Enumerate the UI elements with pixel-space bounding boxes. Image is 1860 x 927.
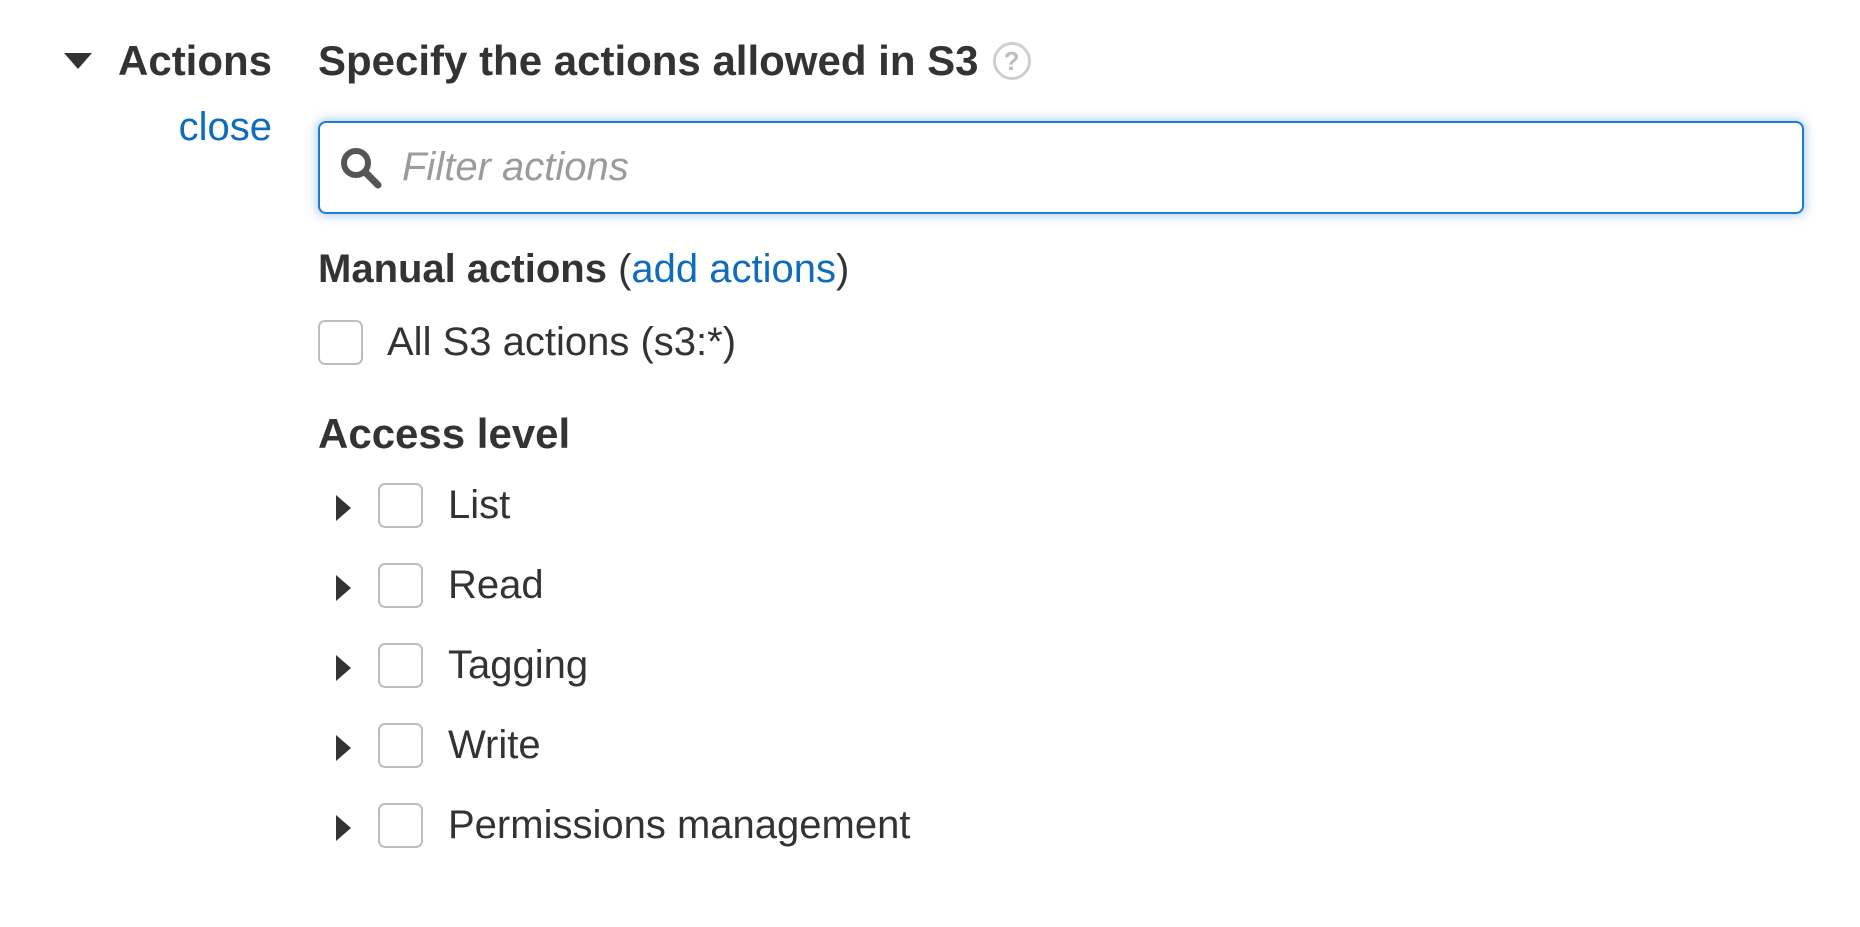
access-level-checkbox[interactable] — [378, 802, 423, 848]
access-level-checkbox[interactable] — [378, 482, 423, 528]
caret-down-icon — [64, 53, 92, 69]
all-s3-actions-row[interactable]: All S3 actions (s3:*) — [318, 317, 736, 367]
access-level-label[interactable]: Write — [448, 720, 541, 770]
access-level-checkbox[interactable] — [378, 562, 423, 608]
access-level-label[interactable]: Tagging — [448, 640, 588, 690]
access-level-label[interactable]: List — [448, 480, 510, 530]
open-paren: ( — [618, 247, 632, 291]
manual-actions-title: Manual actions — [318, 247, 607, 291]
caret-right-icon[interactable] — [336, 655, 351, 681]
manual-actions-heading: Manual actions (add actions) — [318, 244, 849, 294]
access-level-item-tagging: Tagging — [336, 640, 910, 690]
add-actions-link[interactable]: add actions — [631, 247, 836, 291]
access-level-checkbox[interactable] — [378, 642, 423, 688]
section-title: Actions — [118, 37, 273, 84]
search-icon — [338, 145, 384, 191]
filter-box — [318, 121, 1804, 214]
access-level-label[interactable]: Permissions management — [448, 800, 910, 850]
access-level-item-permissions-management: Permissions management — [336, 800, 910, 850]
access-level-item-write: Write — [336, 720, 910, 770]
spec-heading-row: Specify the actions allowed in S3 ? — [318, 36, 1031, 86]
caret-right-icon[interactable] — [336, 495, 351, 521]
caret-right-icon[interactable] — [336, 575, 351, 601]
all-s3-actions-checkbox[interactable] — [318, 319, 363, 365]
access-level-item-list: List — [336, 480, 910, 530]
all-s3-actions-label[interactable]: All S3 actions (s3:*) — [387, 317, 736, 367]
spec-title: Specify the actions allowed in S3 — [318, 37, 979, 84]
access-level-title: Access level — [318, 410, 571, 457]
access-level-label[interactable]: Read — [448, 560, 544, 610]
actions-section-toggle[interactable]: Actions — [64, 36, 272, 86]
close-paren: ) — [836, 247, 850, 291]
access-level-checkbox[interactable] — [378, 722, 423, 768]
filter-actions-input[interactable] — [400, 144, 1704, 191]
help-icon[interactable]: ? — [992, 42, 1031, 80]
caret-right-icon[interactable] — [336, 735, 351, 761]
caret-right-icon[interactable] — [336, 815, 351, 841]
access-level-item-read: Read — [336, 560, 910, 610]
close-link[interactable]: close — [179, 102, 272, 152]
access-level-list: List Read Tagging Write Permissions mana… — [336, 480, 910, 880]
